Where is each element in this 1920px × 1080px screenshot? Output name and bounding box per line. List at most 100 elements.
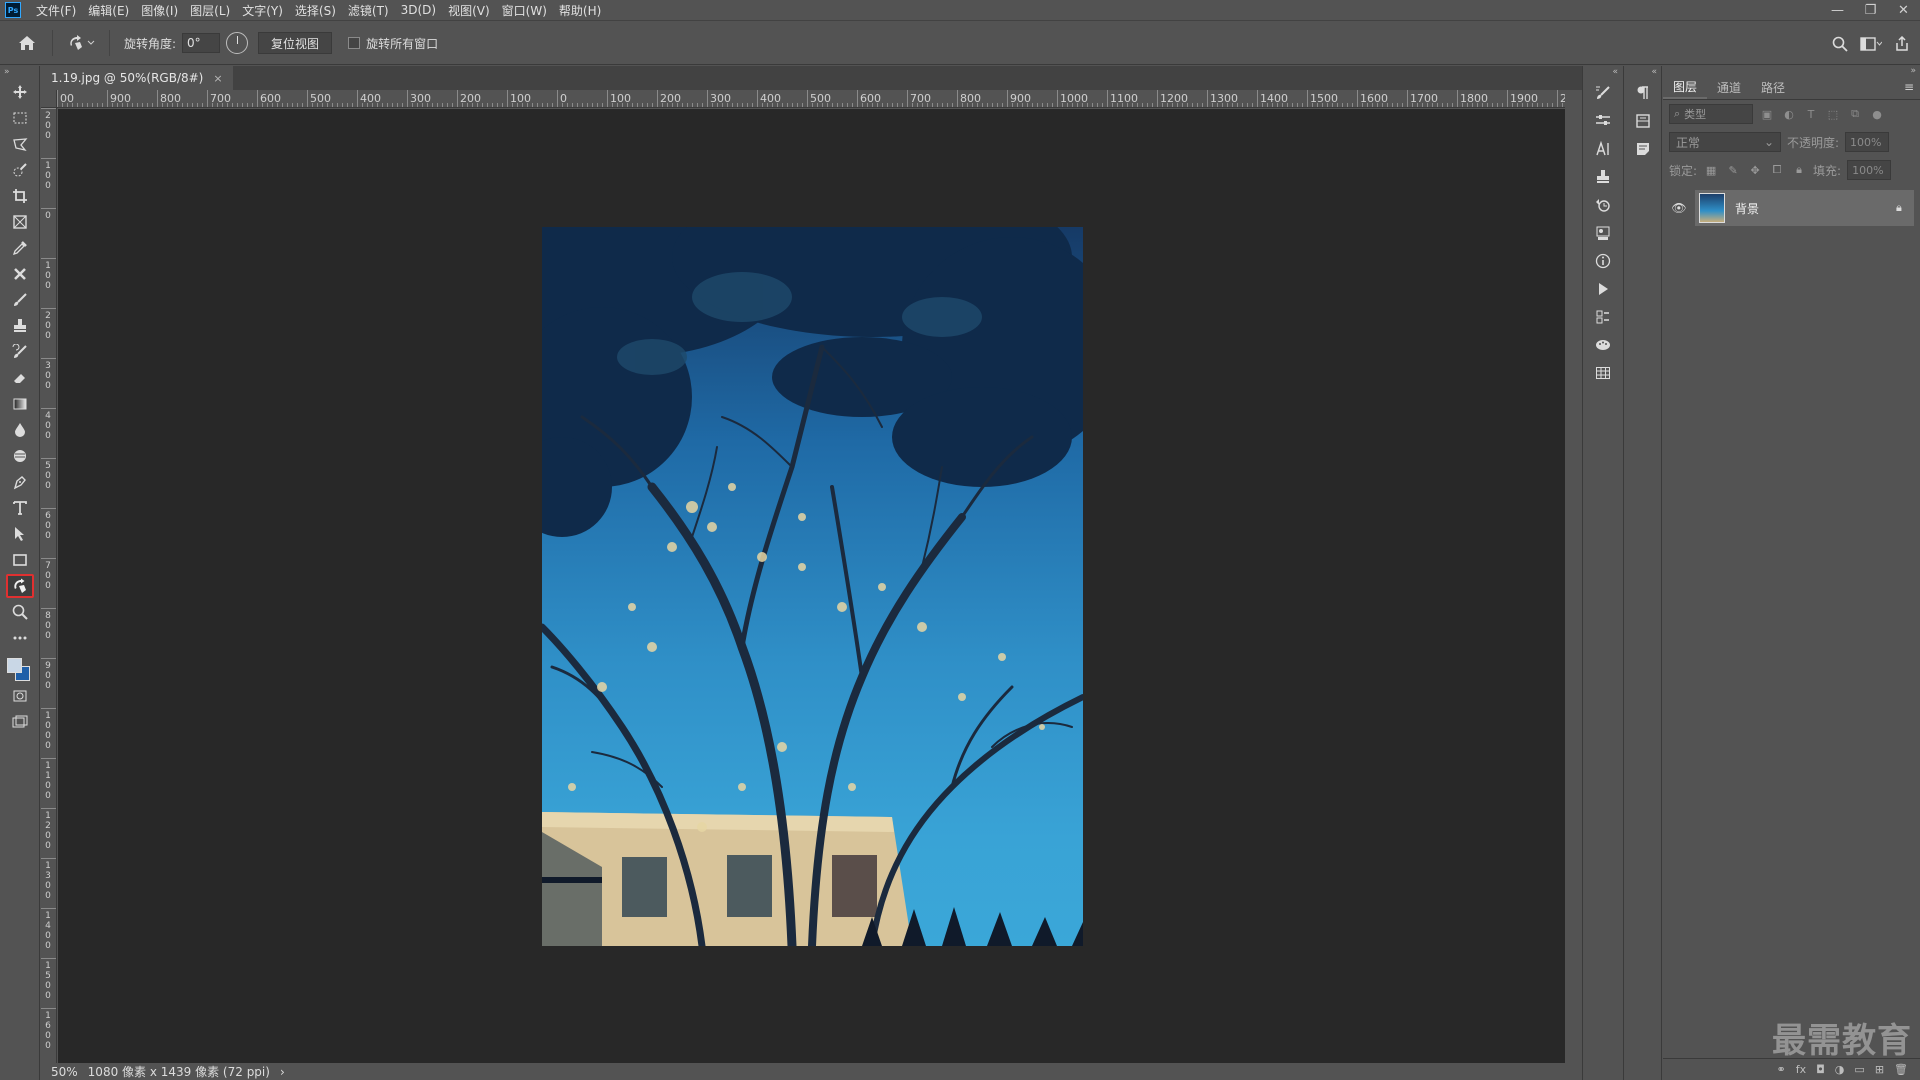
layer-lock-icon[interactable]: 🔒︎: [1896, 201, 1914, 215]
blend-mode-select[interactable]: 正常 ⌄: [1669, 132, 1781, 152]
more-tools[interactable]: [6, 626, 34, 650]
frame-tool[interactable]: [6, 210, 34, 234]
new-layer-icon[interactable]: ⊞: [1875, 1063, 1884, 1076]
crop-tool[interactable]: [6, 184, 34, 208]
blur-tool[interactable]: [6, 418, 34, 442]
restore-button[interactable]: ❐: [1854, 0, 1887, 21]
fx-icon[interactable]: fx: [1796, 1063, 1806, 1076]
screen-mode-button[interactable]: [6, 710, 34, 734]
close-button[interactable]: ✕: [1887, 0, 1920, 21]
rotate-all-windows-checkbox[interactable]: [348, 37, 361, 49]
menu-type[interactable]: 文字(Y): [236, 2, 289, 19]
panel-menu-icon[interactable]: ≡: [1904, 80, 1914, 94]
shape-tool[interactable]: [6, 548, 34, 572]
brush-settings-button[interactable]: [1589, 80, 1617, 106]
info-button[interactable]: [1589, 248, 1617, 274]
tab-paths[interactable]: 路径: [1751, 76, 1795, 99]
character-button[interactable]: [1589, 136, 1617, 162]
gradient-tool[interactable]: [6, 392, 34, 416]
history-button[interactable]: [1589, 192, 1617, 218]
properties-button[interactable]: [1589, 304, 1617, 330]
opacity-input[interactable]: 100%: [1845, 132, 1890, 152]
adjustments-button[interactable]: [1589, 108, 1617, 134]
reset-view-button[interactable]: 复位视图: [258, 32, 333, 54]
marquee-tool[interactable]: [6, 106, 34, 130]
horizontal-ruler[interactable]: 00 900 800 700 600 500 400 300 200 100 0 100 200 300 4…: [57, 90, 1565, 108]
rotation-angle-input[interactable]: [182, 33, 221, 53]
share-icon[interactable]: [1894, 35, 1910, 52]
quick-mask-button[interactable]: [6, 684, 34, 708]
lock-pixels-icon[interactable]: ✎: [1725, 162, 1741, 178]
clone-source-button[interactable]: [1589, 164, 1617, 190]
filter-shape-icon[interactable]: ⬚: [1825, 106, 1841, 122]
path-select-tool[interactable]: [6, 522, 34, 546]
tool-presets-button[interactable]: [1589, 220, 1617, 246]
menu-select[interactable]: 选择(S): [289, 2, 342, 19]
zoom-level[interactable]: 50%: [51, 1065, 78, 1079]
filter-type-icon[interactable]: T: [1803, 106, 1819, 122]
quick-select-tool[interactable]: [6, 158, 34, 182]
menu-3d[interactable]: 3D(D): [395, 3, 442, 17]
dodge-tool[interactable]: [6, 444, 34, 468]
menu-view[interactable]: 视图(V): [442, 2, 496, 19]
document-image[interactable]: [542, 227, 1083, 946]
eraser-tool[interactable]: [6, 366, 34, 390]
collapse-strip-icon[interactable]: «: [1583, 66, 1622, 78]
collapse-strip-2-icon[interactable]: «: [1624, 66, 1661, 78]
filter-adjustment-icon[interactable]: ◐: [1781, 106, 1797, 122]
menu-window[interactable]: 窗口(W): [496, 2, 553, 19]
folder-icon[interactable]: ▭: [1854, 1063, 1864, 1076]
color-button[interactable]: [1589, 332, 1617, 358]
home-button[interactable]: [10, 28, 44, 58]
close-tab-icon[interactable]: ×: [213, 72, 222, 85]
clone-stamp-tool[interactable]: [6, 314, 34, 338]
menu-help[interactable]: 帮助(H): [553, 2, 607, 19]
tab-channels[interactable]: 通道: [1707, 76, 1751, 99]
pen-tool[interactable]: [6, 470, 34, 494]
actions-button[interactable]: [1589, 276, 1617, 302]
color-swatches[interactable]: [6, 652, 34, 682]
menu-image[interactable]: 图像(I): [135, 2, 184, 19]
move-tool[interactable]: [6, 80, 34, 104]
lock-position-icon[interactable]: ✥: [1747, 162, 1763, 178]
swatches-button[interactable]: [1589, 360, 1617, 386]
filter-pixel-icon[interactable]: ▣: [1759, 106, 1775, 122]
paragraph-button[interactable]: [1629, 80, 1657, 106]
document-info[interactable]: 1080 像素 x 1439 像素 (72 ppi): [88, 1063, 270, 1080]
layer-row[interactable]: 👁︎ 背景 🔒︎: [1663, 190, 1920, 226]
collapse-panel-icon[interactable]: »: [1663, 66, 1920, 76]
document-tab[interactable]: 1.19.jpg @ 50%(RGB/8#) ×: [41, 66, 233, 90]
canvas-area[interactable]: [58, 109, 1565, 1063]
zoom-tool[interactable]: [6, 600, 34, 624]
layer-filter-select[interactable]: ⌕ 类型: [1669, 104, 1753, 124]
link-icon[interactable]: ⚭: [1776, 1063, 1785, 1076]
minimize-button[interactable]: —: [1821, 0, 1854, 21]
brush-tool[interactable]: [6, 288, 34, 312]
filter-smart-icon[interactable]: ⧉: [1847, 106, 1863, 122]
lock-all-icon[interactable]: 🔒︎: [1791, 162, 1807, 178]
search-icon[interactable]: [1832, 36, 1848, 52]
workspace-icon[interactable]: [1860, 36, 1882, 51]
collapse-toolbar-icon[interactable]: »: [0, 66, 39, 78]
menu-filter[interactable]: 滤镜(T): [342, 2, 395, 19]
history-brush-tool[interactable]: [6, 340, 34, 364]
type-tool[interactable]: [6, 496, 34, 520]
menu-layer[interactable]: 图层(L): [184, 2, 236, 19]
spot-heal-tool[interactable]: [6, 262, 34, 286]
menu-edit[interactable]: 编辑(E): [82, 2, 135, 19]
lasso-tool[interactable]: [6, 132, 34, 156]
rotate-view-tool[interactable]: [6, 574, 34, 598]
foreground-color-swatch[interactable]: [7, 658, 22, 673]
status-menu-arrow[interactable]: ›: [280, 1065, 285, 1079]
tab-layers[interactable]: 图层: [1663, 76, 1708, 99]
notes-button[interactable]: [1629, 136, 1657, 162]
menu-file[interactable]: 文件(F): [30, 2, 82, 19]
rotation-dial[interactable]: [226, 32, 249, 54]
trash-icon[interactable]: 🗑︎: [1894, 1063, 1908, 1076]
lock-artboard-icon[interactable]: ⧠: [1769, 162, 1785, 178]
layer-item[interactable]: 背景 🔒︎: [1695, 190, 1914, 226]
lock-transparency-icon[interactable]: ▦: [1703, 162, 1719, 178]
filter-toggle-icon[interactable]: ●: [1869, 106, 1885, 122]
visibility-eye-icon[interactable]: 👁︎: [1671, 201, 1687, 215]
libraries-button[interactable]: [1629, 108, 1657, 134]
